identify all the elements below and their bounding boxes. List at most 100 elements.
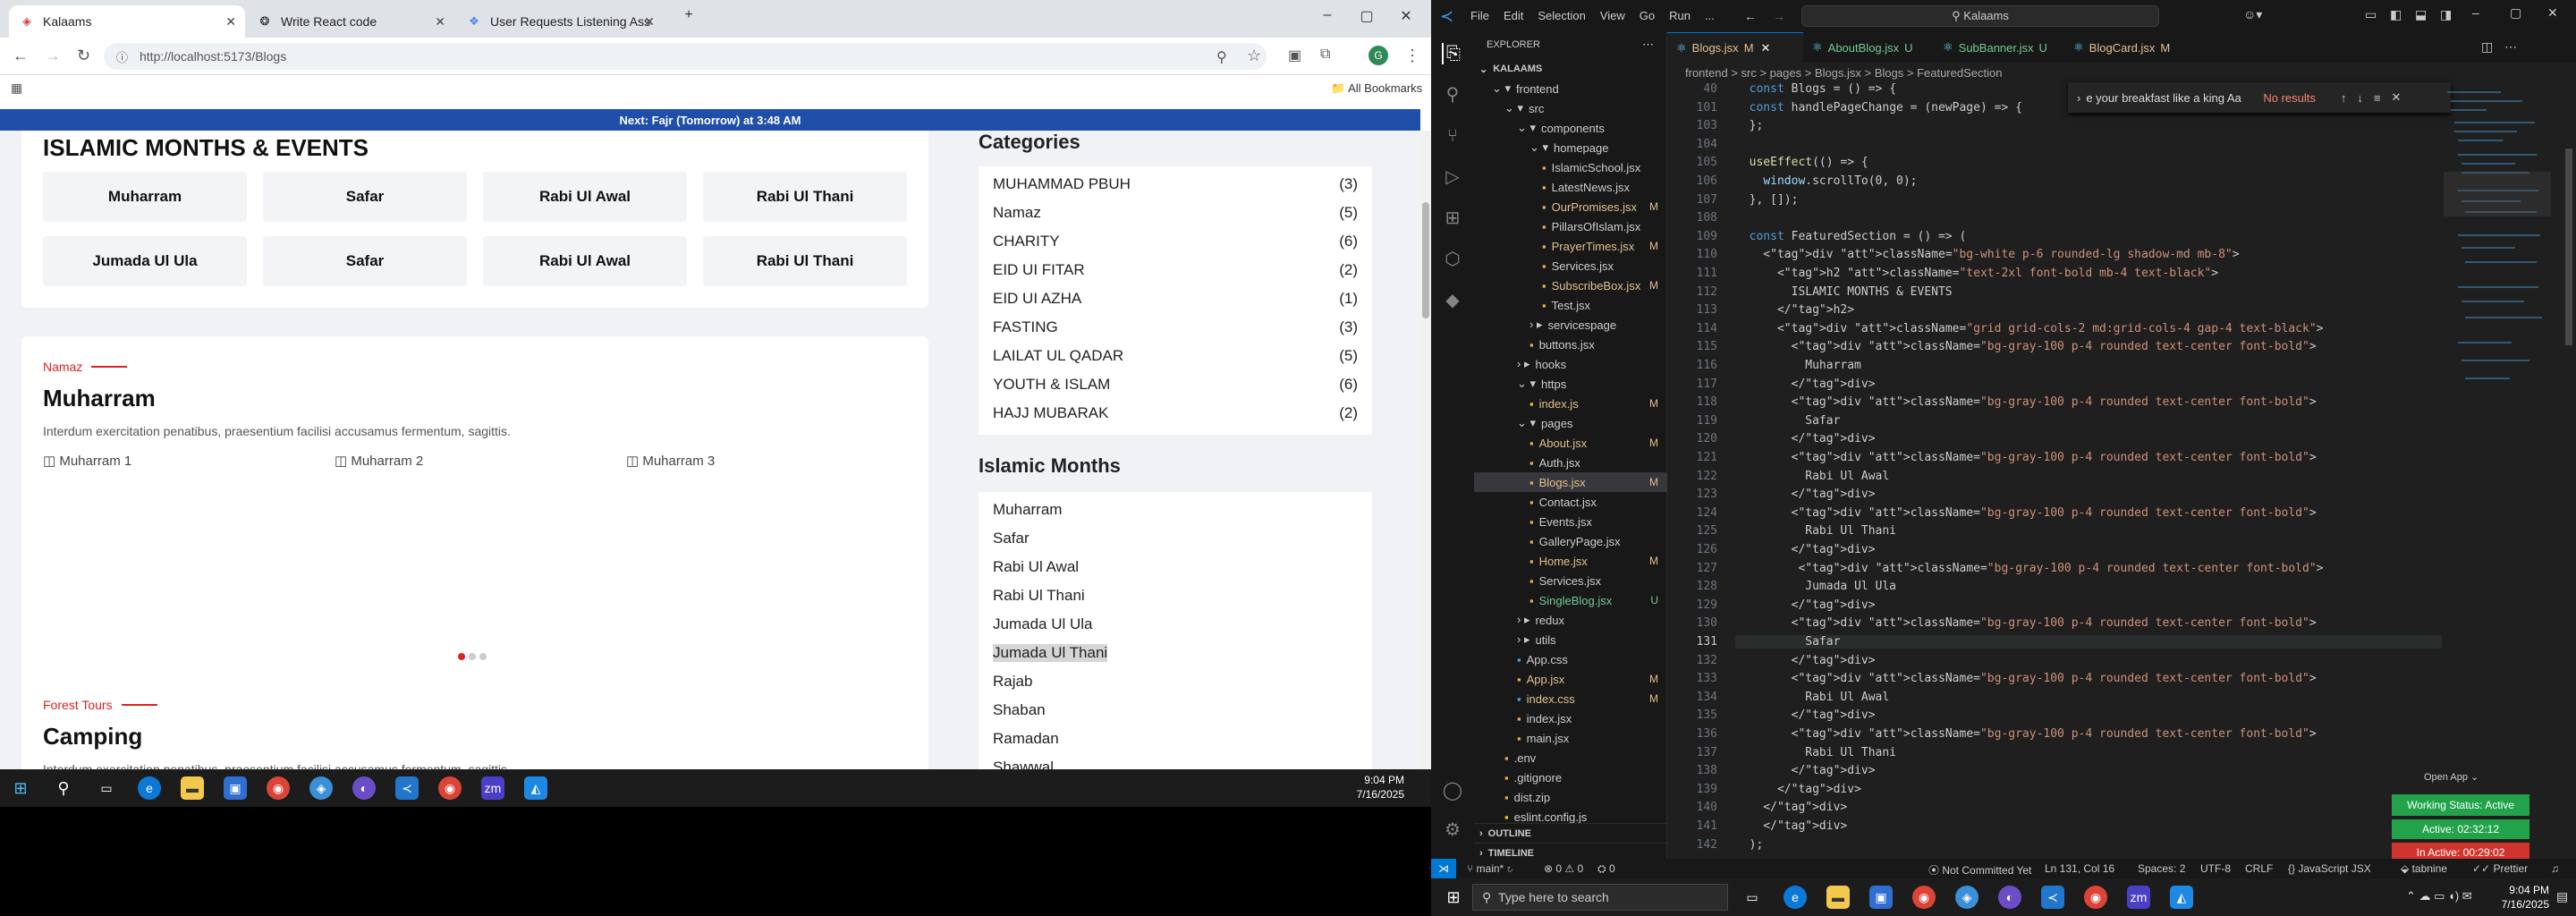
tree-item[interactable]: ⌄ ▾ https (1474, 374, 1667, 394)
tree-item[interactable]: › ▸ hooks (1474, 354, 1667, 374)
expand-replace-icon[interactable]: › (2077, 91, 2080, 105)
category-item[interactable]: LAILAT UL QADAR (5) (993, 342, 1358, 370)
tree-item[interactable]: ▪ dist.zip (1474, 787, 1667, 807)
chrome-icon[interactable]: ◉ (1912, 886, 1936, 909)
file-explorer-icon[interactable]: ▬ (1826, 886, 1850, 909)
menu-item[interactable]: View (1600, 9, 1625, 22)
editor-more-icon[interactable]: ⋯ (2504, 39, 2517, 55)
code-line[interactable]: }, []); (1735, 193, 1799, 207)
task-view-icon[interactable]: ▭ (1741, 886, 1764, 909)
month-item[interactable]: Jumada Ul Thani (993, 639, 1108, 667)
category-item[interactable]: EID UI AZHA (1) (993, 284, 1358, 313)
code-line[interactable]: </"tag">div> (1735, 654, 1876, 667)
tree-item[interactable]: ▪ GalleryPage.jsx (1474, 531, 1667, 551)
menu-item[interactable]: Run (1669, 9, 1690, 22)
chrome-icon[interactable]: ◉ (267, 776, 290, 800)
source-control-icon[interactable]: ⑂ (1442, 125, 1463, 147)
app-icon[interactable]: ◈ (1955, 886, 1979, 909)
app-launcher-icon[interactable]: ◭ (2170, 886, 2193, 909)
carousel-dot[interactable] (469, 653, 476, 660)
windows-start-icon[interactable]: ⊞ (1442, 886, 1465, 909)
search-icon[interactable]: ⚲ (1442, 84, 1463, 106)
editor-tab[interactable]: ⚛ BlogCard.jsx M (2064, 32, 2190, 63)
toggle-secondary-sidebar-icon[interactable]: ◨ (2440, 7, 2452, 22)
browser-tab-kalaams[interactable]: ◈ Kalaams ✕ (9, 5, 245, 38)
reload-icon[interactable]: ↻ (77, 47, 90, 65)
apps-grid-icon[interactable]: ▦ (11, 81, 22, 96)
account-icon[interactable]: ◯ (1442, 780, 1463, 802)
code-line[interactable]: ); (1735, 838, 1764, 852)
run-debug-icon[interactable]: ▷ (1442, 166, 1463, 188)
blog-title[interactable]: Camping (43, 723, 142, 751)
search-icon[interactable]: ⚲ (52, 776, 75, 800)
command-center-search[interactable]: ⚲ Kalaams (1801, 5, 2159, 27)
month-item[interactable]: Jumada Ul Ula (993, 610, 1093, 639)
close-window-icon[interactable]: ✕ (1388, 7, 1424, 25)
task-view-icon[interactable]: ▭ (95, 776, 118, 800)
code-line[interactable]: </"tag">div> (1735, 598, 1876, 612)
cursor-position[interactable]: Ln 131, Col 16 (2045, 862, 2114, 875)
browser-tab-write-react[interactable]: ❂ Write React code ✕ (247, 5, 454, 38)
month-item[interactable]: Shawwal (993, 753, 1054, 769)
code-line[interactable]: <"tag">div "att">className="bg-gray-100 … (1735, 616, 2317, 630)
tree-item[interactable]: ▪ .gitignore (1474, 768, 1667, 787)
category-item[interactable]: MUHAMMAD PBUH (3) (993, 170, 1358, 199)
close-tab-icon[interactable]: ✕ (435, 14, 445, 30)
tree-item[interactable]: ▪ main.jsx (1474, 728, 1667, 748)
month-item[interactable]: Shaban (993, 696, 1046, 725)
find-in-selection-icon[interactable]: ≡ (2374, 91, 2381, 105)
minimize-icon[interactable]: – (1309, 7, 1345, 23)
bookmark-star-icon[interactable]: ☆ (1247, 47, 1261, 65)
carousel-dot-active[interactable] (458, 653, 465, 660)
code-line[interactable]: Rabi Ul Thani (1735, 746, 1896, 759)
back-icon[interactable]: ← (13, 47, 29, 65)
encoding-status[interactable]: UTF-8 (2200, 862, 2231, 875)
toggle-sidebar-icon[interactable]: ◧ (2390, 7, 2402, 22)
maximize-icon[interactable]: ▢ (1349, 7, 1385, 25)
edge-icon[interactable]: e (1784, 886, 1807, 909)
tree-item[interactable]: ▪ index.css M (1474, 689, 1667, 708)
category-item[interactable]: CHARITY (6) (993, 227, 1358, 256)
find-input[interactable]: e your breakfast like a king Aa (2086, 91, 2256, 105)
code-line[interactable]: <"tag">div "att">className="bg-gray-100 … (1735, 562, 2323, 575)
language-status[interactable]: {} JavaScript JSX (2288, 862, 2371, 875)
code-line[interactable]: ISLAMIC MONTHS & EVENTS (1735, 285, 1953, 299)
menu-item[interactable]: ... (1705, 9, 1715, 22)
close-find-icon[interactable]: ✕ (2391, 90, 2401, 105)
tree-item[interactable]: ▪ index.jsx (1474, 708, 1667, 728)
github-desktop-icon[interactable]: ◐ (1998, 886, 2021, 909)
close-tab-icon[interactable]: ✕ (225, 14, 236, 30)
code-line[interactable]: <"tag">div "att">className="bg-gray-100 … (1735, 672, 2317, 685)
tree-item[interactable]: ⌄ ▾ src (1474, 98, 1667, 118)
prev-match-icon[interactable]: ↑ (2341, 91, 2347, 105)
file-explorer-icon[interactable]: ▬ (181, 776, 204, 800)
store-icon[interactable]: ▣ (1869, 886, 1893, 909)
tree-item[interactable]: ▪ SingleBlog.jsx U (1474, 590, 1667, 610)
minimap[interactable] (2444, 82, 2551, 852)
tabnine-status[interactable]: ⬙ tabnine (2401, 862, 2447, 875)
code-line[interactable]: </"tag">h2> (1735, 303, 1854, 317)
close-tab-icon[interactable]: ✕ (644, 14, 655, 30)
blog-category[interactable]: Forest Tours (43, 698, 157, 712)
tree-item[interactable]: ⌄ ▾ pages (1474, 413, 1667, 433)
vscode-taskbar-icon[interactable]: ≺ (395, 776, 419, 800)
tree-item[interactable]: › ▸ utils (1474, 630, 1667, 649)
category-item[interactable]: EID UI FITAR (2) (993, 256, 1358, 284)
toggle-panel-icon[interactable]: ⬓ (2415, 7, 2427, 22)
github-desktop-icon[interactable]: ◐ (352, 776, 376, 800)
code-line[interactable]: </"tag">div> (1735, 432, 1876, 445)
code-line[interactable]: const Blogs = () => { (1735, 82, 1896, 96)
remote-icon[interactable]: ⬡ (1442, 249, 1463, 270)
copilot-icon[interactable]: ☺▾ (2243, 7, 2262, 22)
tree-item[interactable]: ▪ Services.jsx (1474, 571, 1667, 590)
tree-item[interactable]: ▪ Test.jsx (1474, 295, 1667, 315)
code-line[interactable]: <"tag">div "att">className="bg-gray-100 … (1735, 395, 2317, 409)
extensions-icon[interactable]: ⊞ (1442, 208, 1463, 229)
code-line[interactable]: <"tag">div "att">className="bg-gray-100 … (1735, 506, 2317, 520)
vscode-taskbar-icon[interactable]: ≺ (2041, 886, 2064, 909)
all-bookmarks-link[interactable]: 📁 All Bookmarks (1331, 81, 1422, 96)
tree-item[interactable]: ▪ App.css (1474, 649, 1667, 669)
code-line[interactable]: Muharram (1735, 359, 1861, 372)
profile-avatar[interactable]: G (1368, 46, 1388, 65)
extensions-puzzle-icon[interactable]: ⧉ (1320, 47, 1330, 63)
